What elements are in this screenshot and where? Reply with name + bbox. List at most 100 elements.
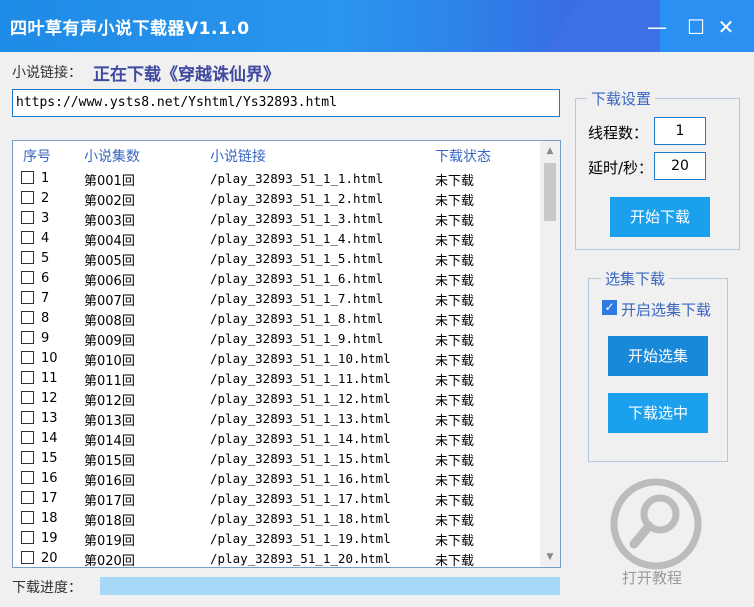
row-episode: 第006回: [84, 274, 135, 289]
row-episode: 第020回: [84, 554, 135, 568]
row-link: /play_32893_51_1_8.html: [210, 311, 384, 326]
table-row[interactable]: 6 第006回/play_32893_51_1_6.html 未下载: [13, 269, 538, 289]
row-checkbox[interactable]: [21, 331, 34, 344]
row-episode: 第016回: [84, 474, 135, 489]
table-row[interactable]: 18 第018回/play_32893_51_1_18.html 未下载: [13, 509, 538, 529]
open-tutorial-link[interactable]: 打开教程: [622, 567, 682, 588]
row-link: /play_32893_51_1_16.html: [210, 471, 391, 486]
row-episode: 第003回: [84, 214, 135, 229]
row-episode: 第015回: [84, 454, 135, 469]
table-row[interactable]: 7 第007回/play_32893_51_1_7.html 未下载: [13, 289, 538, 309]
table-row[interactable]: 16 第016回/play_32893_51_1_16.html 未下载: [13, 469, 538, 489]
row-checkbox[interactable]: [21, 471, 34, 484]
table-row[interactable]: 9 第009回/play_32893_51_1_9.html 未下载: [13, 329, 538, 349]
row-checkbox[interactable]: [21, 191, 34, 204]
row-checkbox[interactable]: [21, 551, 34, 564]
row-status: 未下载: [435, 514, 475, 529]
scrollbar-thumb[interactable]: [544, 163, 556, 221]
threads-input[interactable]: 1: [654, 117, 706, 145]
row-status: 未下载: [435, 234, 475, 249]
vertical-scrollbar[interactable]: ▲ ▼: [540, 141, 560, 567]
chevron-down-icon[interactable]: ▼: [540, 549, 560, 565]
table-row[interactable]: 17 第017回/play_32893_51_1_17.html 未下载: [13, 489, 538, 509]
table-row[interactable]: 20 第020回/play_32893_51_1_20.html 未下载: [13, 549, 538, 568]
table-row[interactable]: 1 第001回/play_32893_51_1_1.html 未下载: [13, 169, 538, 189]
row-link: /play_32893_51_1_12.html: [210, 391, 391, 406]
row-checkbox[interactable]: [21, 271, 34, 284]
row-link: /play_32893_51_1_1.html: [210, 171, 384, 186]
row-checkbox[interactable]: [21, 431, 34, 444]
row-checkbox[interactable]: [21, 531, 34, 544]
header-link[interactable]: 小说链接: [210, 146, 266, 166]
row-checkbox[interactable]: [21, 211, 34, 224]
table-row[interactable]: 3 第003回/play_32893_51_1_3.html 未下载: [13, 209, 538, 229]
list-header: 序号 小说集数 小说链接 下载状态: [13, 141, 538, 167]
row-status: 未下载: [435, 414, 475, 429]
row-checkbox[interactable]: [21, 391, 34, 404]
row-number: 13: [41, 411, 58, 426]
header-number[interactable]: 序号: [23, 146, 51, 166]
table-row[interactable]: 12 第012回/play_32893_51_1_12.html 未下载: [13, 389, 538, 409]
enable-select-checkbox[interactable]: ✓: [602, 300, 617, 315]
download-selected-button[interactable]: 下载选中: [608, 393, 708, 433]
row-episode: 第010回: [84, 354, 135, 369]
table-row[interactable]: 14 第014回/play_32893_51_1_14.html 未下载: [13, 429, 538, 449]
row-number: 6: [41, 271, 50, 286]
header-episode[interactable]: 小说集数: [84, 146, 140, 166]
table-row[interactable]: 5 第005回/play_32893_51_1_5.html 未下载: [13, 249, 538, 269]
row-episode: 第005回: [84, 254, 135, 269]
row-checkbox[interactable]: [21, 411, 34, 424]
table-row[interactable]: 19 第019回/play_32893_51_1_19.html 未下载: [13, 529, 538, 549]
row-number: 12: [41, 391, 58, 406]
row-checkbox[interactable]: [21, 371, 34, 384]
row-checkbox[interactable]: [21, 491, 34, 504]
table-row[interactable]: 11 第011回/play_32893_51_1_11.html 未下载: [13, 369, 538, 389]
row-status: 未下载: [435, 334, 475, 349]
row-episode: 第007回: [84, 294, 135, 309]
maximize-icon[interactable]: ☐: [683, 14, 709, 40]
start-download-button[interactable]: 开始下载: [610, 197, 710, 237]
row-link: /play_32893_51_1_2.html: [210, 191, 384, 206]
table-row[interactable]: 8 第008回/play_32893_51_1_8.html 未下载: [13, 309, 538, 329]
episode-list[interactable]: 序号 小说集数 小说链接 下载状态 1 第001回/play_32893_51_1…: [12, 140, 561, 568]
row-checkbox[interactable]: [21, 251, 34, 264]
row-checkbox[interactable]: [21, 311, 34, 324]
row-episode: 第009回: [84, 334, 135, 349]
row-episode: 第002回: [84, 194, 135, 209]
chevron-up-icon[interactable]: ▲: [540, 143, 560, 159]
row-checkbox[interactable]: [21, 231, 34, 244]
row-link: /play_32893_51_1_9.html: [210, 331, 384, 346]
row-number: 17: [41, 491, 58, 506]
row-checkbox[interactable]: [21, 291, 34, 304]
table-row[interactable]: 2 第002回/play_32893_51_1_2.html 未下载: [13, 189, 538, 209]
header-status[interactable]: 下载状态: [435, 146, 491, 166]
row-episode: 第004回: [84, 234, 135, 249]
start-select-button[interactable]: 开始选集: [608, 336, 708, 376]
row-checkbox[interactable]: [21, 511, 34, 524]
magnifier-icon[interactable]: [610, 478, 702, 570]
row-status: 未下载: [435, 454, 475, 469]
close-icon[interactable]: ✕: [713, 14, 739, 40]
minimize-icon[interactable]: —: [644, 14, 670, 40]
row-number: 16: [41, 471, 58, 486]
row-link: /play_32893_51_1_6.html: [210, 271, 384, 286]
download-progress-bar: [100, 577, 560, 595]
row-status: 未下载: [435, 494, 475, 509]
row-checkbox[interactable]: [21, 351, 34, 364]
progress-label: 下载进度：: [12, 580, 82, 596]
title-bar: 四叶草有声小说下载器V1.1.0 — ☐ ✕: [0, 0, 754, 52]
row-number: 10: [41, 351, 58, 366]
table-row[interactable]: 10 第010回/play_32893_51_1_10.html 未下载: [13, 349, 538, 369]
delay-input[interactable]: 20: [654, 152, 706, 180]
table-row[interactable]: 4 第004回/play_32893_51_1_4.html 未下载: [13, 229, 538, 249]
table-row[interactable]: 15 第015回/play_32893_51_1_15.html 未下载: [13, 449, 538, 469]
row-number: 11: [41, 371, 58, 386]
url-input[interactable]: https://www.ysts8.net/Yshtml/Ys32893.htm…: [12, 89, 560, 117]
row-checkbox[interactable]: [21, 171, 34, 184]
enable-select-label[interactable]: 开启选集下载: [621, 299, 711, 320]
episode-select-title: 选集下载: [601, 268, 670, 289]
row-checkbox[interactable]: [21, 451, 34, 464]
row-number: 9: [41, 331, 50, 346]
table-row[interactable]: 13 第013回/play_32893_51_1_13.html 未下载: [13, 409, 538, 429]
row-status: 未下载: [435, 194, 475, 209]
